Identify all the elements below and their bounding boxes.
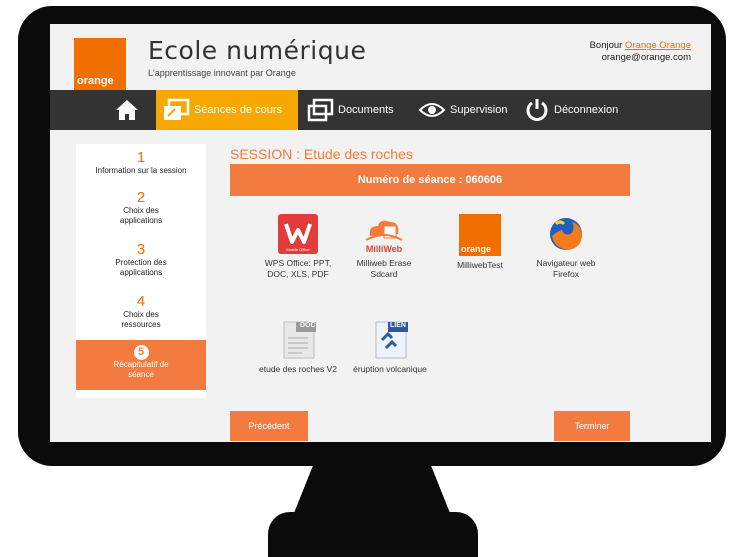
doc-file-icon: DOC bbox=[278, 320, 318, 360]
orange-logo-icon: orange bbox=[459, 214, 501, 256]
session-title: SESSION : Etude des roches bbox=[230, 146, 413, 162]
resource-tile[interactable]: DOC etude des roches V2 bbox=[258, 320, 338, 375]
step-number: 1 bbox=[136, 149, 146, 166]
app-subtitle: L'apprentissage innovant par Orange bbox=[148, 68, 296, 78]
app-label: WPS Office: PPT, DOC, XLS, PDF bbox=[264, 258, 332, 279]
step-number: 3 bbox=[136, 241, 146, 258]
user-email: orange@orange.com bbox=[601, 52, 691, 63]
firefox-icon bbox=[546, 214, 586, 254]
milliweb-icon-text: MilliWeb bbox=[365, 244, 403, 254]
app-tile[interactable]: MilliWeb Milliweb Erase Sdcard bbox=[344, 214, 424, 280]
previous-button[interactable]: Précédent bbox=[230, 411, 308, 441]
app-tile[interactable]: Navigateur web Firefox bbox=[526, 214, 606, 280]
orange-logo[interactable]: orange bbox=[74, 38, 126, 90]
step-5[interactable]: 5 Récapitulatif de séance bbox=[76, 340, 206, 390]
documents-icon bbox=[307, 98, 334, 122]
wps-office-icon: Mobile Office bbox=[278, 214, 318, 254]
doc-icon-text: DOC bbox=[300, 322, 316, 329]
nav-deconnexion-label: Déconnexion bbox=[554, 104, 619, 116]
finish-button[interactable]: Terminer bbox=[554, 411, 630, 441]
step-number: 4 bbox=[136, 293, 146, 310]
app-label: Milliweb Erase Sdcard bbox=[356, 258, 412, 279]
step-number: 2 bbox=[136, 189, 146, 206]
monitor-neck bbox=[292, 462, 452, 518]
screen: orange Ecole numérique L'apprentissage i… bbox=[50, 24, 711, 442]
monitor-base bbox=[268, 512, 478, 557]
milliweb-icon: MilliWeb bbox=[364, 214, 404, 254]
nav-deconnexion[interactable]: Déconnexion bbox=[524, 90, 634, 130]
link-icon-text: LIEN bbox=[390, 322, 406, 329]
step-label: Protection des applications bbox=[115, 258, 167, 277]
nav-seances-label: Séances de cours bbox=[194, 104, 283, 116]
step-3[interactable]: 3 Protection des applications bbox=[76, 242, 206, 278]
app-title: Ecole numérique bbox=[148, 36, 367, 65]
nav-seances[interactable]: Séances de cours bbox=[156, 90, 298, 130]
greeting-text: Bonjour bbox=[589, 40, 623, 51]
user-greeting: Bonjour Orange Orange orange@orange.com bbox=[590, 40, 691, 64]
steps-sidebar: 1 Information sur la session 2 Choix des… bbox=[76, 144, 206, 398]
step-label: Choix des applications bbox=[119, 206, 163, 225]
resource-label: etude des roches V2 bbox=[259, 364, 337, 374]
resource-label: éruption volcanique bbox=[353, 364, 427, 374]
wps-icon-text: Mobile Office bbox=[286, 247, 310, 252]
home-icon bbox=[116, 100, 138, 120]
header: orange Ecole numérique L'apprentissage i… bbox=[50, 24, 711, 90]
step-label: Information sur la session bbox=[95, 166, 187, 175]
eye-icon bbox=[418, 103, 446, 117]
step-number: 5 bbox=[133, 345, 149, 360]
nav-documents[interactable]: Documents bbox=[306, 90, 412, 130]
app-label: MilliwebTest bbox=[457, 260, 503, 270]
link-file-icon: LIEN bbox=[370, 320, 410, 360]
nav-documents-label: Documents bbox=[338, 104, 394, 116]
user-name-link[interactable]: Orange Orange bbox=[625, 40, 691, 51]
main-nav: Séances de cours Documents Supervision D… bbox=[50, 90, 711, 130]
app-label: Navigateur web Firefox bbox=[536, 258, 596, 279]
nav-supervision-label: Supervision bbox=[450, 104, 508, 116]
resource-tile[interactable]: LIEN éruption volcanique bbox=[350, 320, 430, 375]
step-label: Choix des ressources bbox=[121, 310, 161, 329]
seance-number-banner: Numéro de séance : 060606 bbox=[230, 164, 630, 196]
step-4[interactable]: 4 Choix des ressources bbox=[76, 294, 206, 330]
step-1[interactable]: 1 Information sur la session bbox=[76, 150, 206, 176]
app-tile[interactable]: orange MilliwebTest bbox=[440, 214, 520, 271]
logo-text: orange bbox=[77, 75, 114, 87]
power-icon bbox=[526, 99, 548, 121]
nav-home[interactable] bbox=[108, 90, 146, 130]
step-2[interactable]: 2 Choix des applications bbox=[76, 190, 206, 226]
app-tile[interactable]: Mobile Office WPS Office: PPT, DOC, XLS,… bbox=[258, 214, 338, 280]
orange-icon-text: orange bbox=[461, 244, 492, 254]
nav-supervision[interactable]: Supervision bbox=[418, 90, 526, 130]
sessions-icon bbox=[164, 98, 190, 120]
step-label: Récapitulatif de séance bbox=[113, 360, 169, 379]
